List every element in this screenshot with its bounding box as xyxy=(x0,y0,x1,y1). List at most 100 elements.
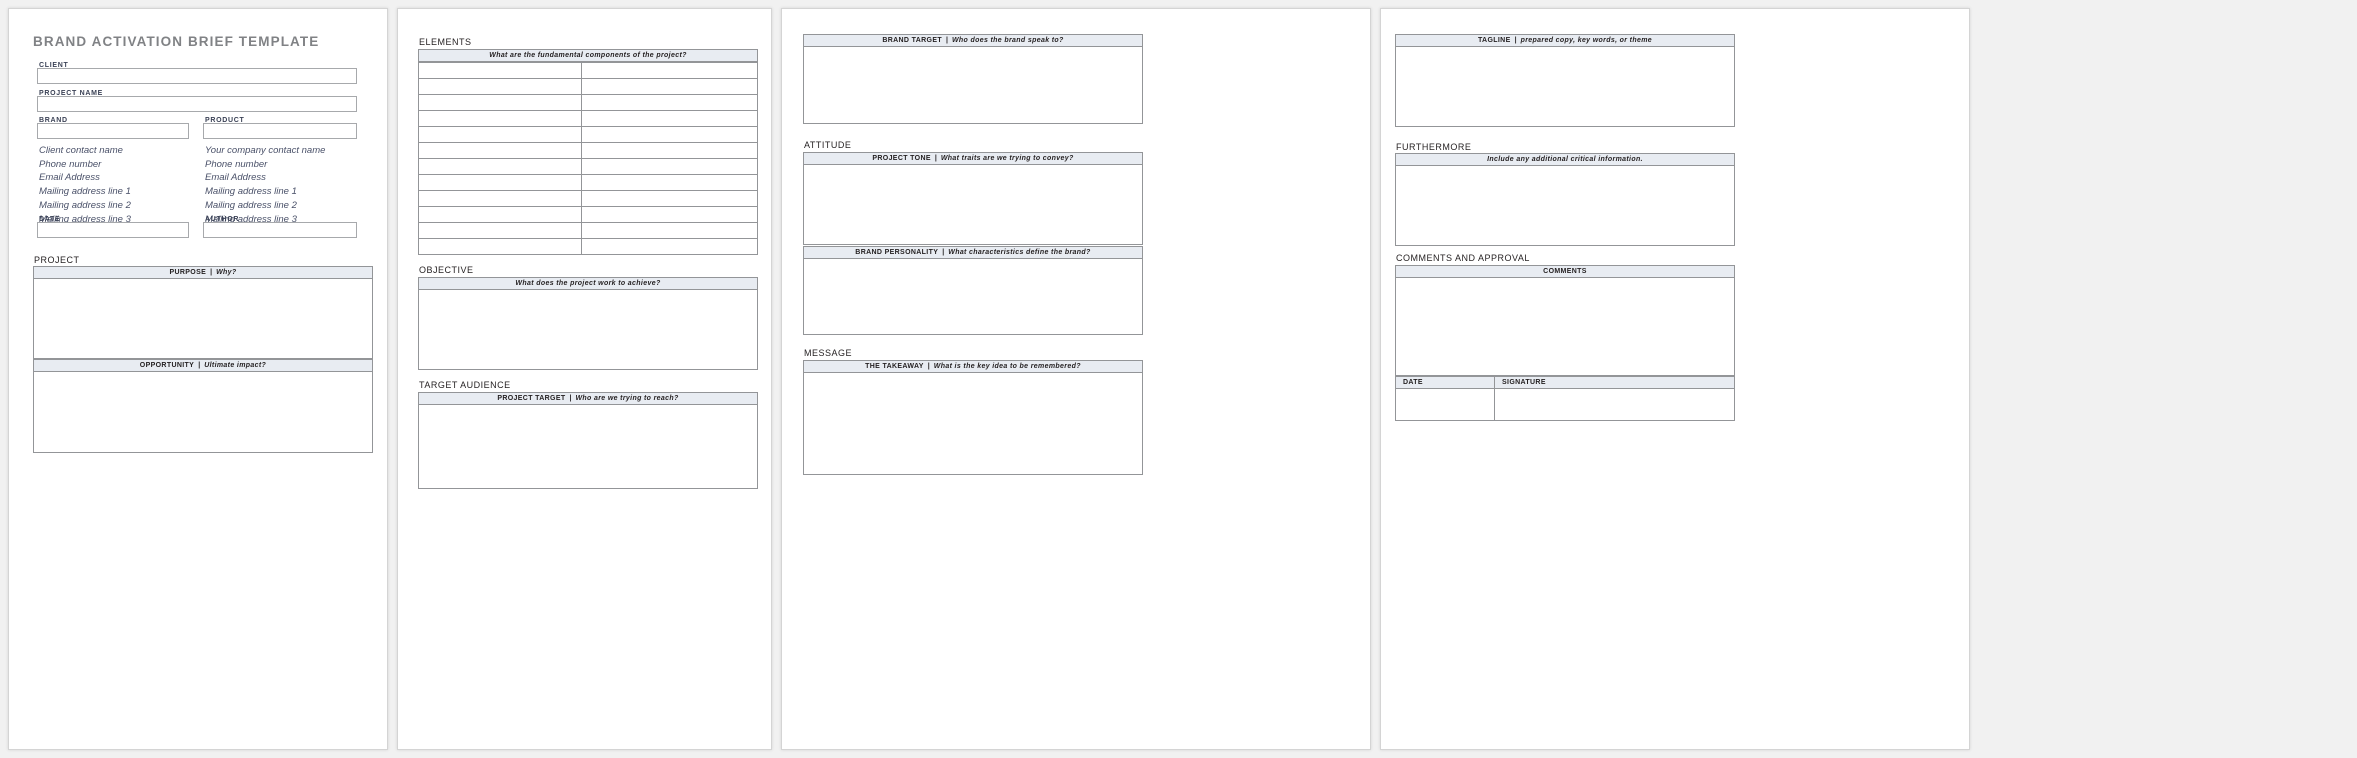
table-cell[interactable] xyxy=(580,238,759,255)
page-3: BRAND TARGET | Who does the brand speak … xyxy=(781,8,1371,750)
purpose-textarea[interactable] xyxy=(33,279,373,359)
opportunity-prompt: Ultimate impact? xyxy=(204,362,267,369)
brand-personality-prompt: What characteristics define the brand? xyxy=(948,249,1091,256)
purpose-title: PURPOSE xyxy=(169,269,207,276)
date-header-text: DATE xyxy=(1403,379,1423,386)
objective-header-text: What does the project work to achieve? xyxy=(515,280,661,287)
furthermore-block: Include any additional critical informat… xyxy=(1395,153,1735,246)
table-row xyxy=(418,142,759,159)
tagline-separator: | xyxy=(1514,37,1517,44)
table-cell[interactable] xyxy=(418,126,582,143)
table-cell[interactable] xyxy=(418,222,582,239)
table-row xyxy=(418,94,759,111)
date-input-cell[interactable] xyxy=(1395,389,1495,421)
brand-personality-block: BRAND PERSONALITY | What characteristics… xyxy=(803,246,1143,335)
furthermore-textarea[interactable] xyxy=(1395,166,1735,246)
takeaway-title: THE TAKEAWAY xyxy=(865,363,924,370)
message-section-label: MESSAGE xyxy=(804,348,853,358)
comments-textarea[interactable] xyxy=(1395,278,1735,376)
approval-header-row: DATE SIGNATURE xyxy=(1395,376,1735,389)
project-target-title: PROJECT TARGET xyxy=(497,395,566,402)
table-cell[interactable] xyxy=(418,206,582,223)
client-contact-line: Mailing address line 1 xyxy=(39,186,131,198)
table-row xyxy=(418,206,759,223)
furthermore-header-text: Include any additional critical informat… xyxy=(1487,156,1643,163)
table-row xyxy=(418,110,759,127)
table-cell[interactable] xyxy=(418,110,582,127)
takeaway-prompt: What is the key idea to be remembered? xyxy=(933,363,1081,370)
table-cell[interactable] xyxy=(418,238,582,255)
table-cell[interactable] xyxy=(580,110,759,127)
table-cell[interactable] xyxy=(580,158,759,175)
brand-target-textarea[interactable] xyxy=(803,47,1143,124)
elements-section-label: ELEMENTS xyxy=(419,37,472,47)
client-contact-line: Mailing address line 2 xyxy=(39,199,131,211)
brand-personality-header: BRAND PERSONALITY | What characteristics… xyxy=(803,246,1143,259)
project-name-input[interactable] xyxy=(37,96,357,112)
table-cell[interactable] xyxy=(418,158,582,175)
brand-input[interactable] xyxy=(37,123,189,139)
table-cell[interactable] xyxy=(580,126,759,143)
tagline-textarea[interactable] xyxy=(1395,47,1735,127)
table-row xyxy=(418,158,759,175)
project-tone-textarea[interactable] xyxy=(803,165,1143,245)
table-cell[interactable] xyxy=(418,78,582,95)
brand-target-header: BRAND TARGET | Who does the brand speak … xyxy=(803,34,1143,47)
page-gutter xyxy=(388,0,397,758)
table-cell[interactable] xyxy=(418,94,582,111)
attitude-section-label: ATTITUDE xyxy=(804,140,852,150)
table-row xyxy=(418,190,759,207)
table-cell[interactable] xyxy=(418,142,582,159)
product-input[interactable] xyxy=(203,123,357,139)
brand-target-prompt: Who does the brand speak to? xyxy=(951,37,1064,44)
tagline-title: TAGLINE xyxy=(1477,37,1511,44)
target-audience-section-label: TARGET AUDIENCE xyxy=(419,380,511,390)
document-workspace: BRAND ACTIVATION BRIEF TEMPLATE CLIENT P… xyxy=(0,0,2357,758)
company-contact-line: Mailing address line 1 xyxy=(205,186,297,198)
opportunity-title: OPPORTUNITY xyxy=(139,362,195,369)
table-cell[interactable] xyxy=(580,222,759,239)
table-cell[interactable] xyxy=(580,62,759,79)
company-contact-block: Your company contact name Phone number E… xyxy=(205,144,325,226)
project-target-prompt: Who are we trying to reach? xyxy=(575,395,679,402)
project-tone-title: PROJECT TONE xyxy=(872,155,931,162)
table-cell[interactable] xyxy=(580,94,759,111)
date-column-header: DATE xyxy=(1395,376,1495,389)
takeaway-textarea[interactable] xyxy=(803,373,1143,475)
comments-header: COMMENTS xyxy=(1395,265,1735,278)
author-input[interactable] xyxy=(203,222,357,238)
client-contact-line: Phone number xyxy=(39,158,102,170)
opportunity-textarea[interactable] xyxy=(33,372,373,453)
table-row xyxy=(418,78,759,95)
table-cell[interactable] xyxy=(418,174,582,191)
date-input[interactable] xyxy=(37,222,189,238)
table-row xyxy=(418,62,759,79)
table-cell[interactable] xyxy=(580,78,759,95)
table-row xyxy=(418,174,759,191)
table-row xyxy=(418,126,759,143)
table-cell[interactable] xyxy=(580,190,759,207)
client-input[interactable] xyxy=(37,68,357,84)
objective-block: What does the project work to achieve? xyxy=(418,277,758,370)
opportunity-header: OPPORTUNITY | Ultimate impact? xyxy=(33,359,373,372)
company-contact-line: Phone number xyxy=(205,158,268,170)
signature-input-cell[interactable] xyxy=(1495,389,1735,421)
table-cell[interactable] xyxy=(418,190,582,207)
table-cell[interactable] xyxy=(580,206,759,223)
elements-table xyxy=(418,62,759,255)
page-4: TAGLINE | prepared copy, key words, or t… xyxy=(1380,8,1970,750)
brand-personality-textarea[interactable] xyxy=(803,259,1143,335)
furthermore-header: Include any additional critical informat… xyxy=(1395,153,1735,166)
objective-textarea[interactable] xyxy=(418,290,758,370)
elements-header-text: What are the fundamental components of t… xyxy=(489,52,687,59)
page-title: BRAND ACTIVATION BRIEF TEMPLATE xyxy=(33,34,320,49)
project-target-separator: | xyxy=(569,395,572,402)
table-cell[interactable] xyxy=(580,174,759,191)
table-cell[interactable] xyxy=(580,142,759,159)
table-cell[interactable] xyxy=(418,62,582,79)
client-contact-line: Client contact name xyxy=(39,145,123,156)
purpose-prompt: Why? xyxy=(216,269,237,276)
purpose-header: PURPOSE | Why? xyxy=(33,266,373,279)
page-1: BRAND ACTIVATION BRIEF TEMPLATE CLIENT P… xyxy=(8,8,388,750)
project-target-textarea[interactable] xyxy=(418,405,758,489)
